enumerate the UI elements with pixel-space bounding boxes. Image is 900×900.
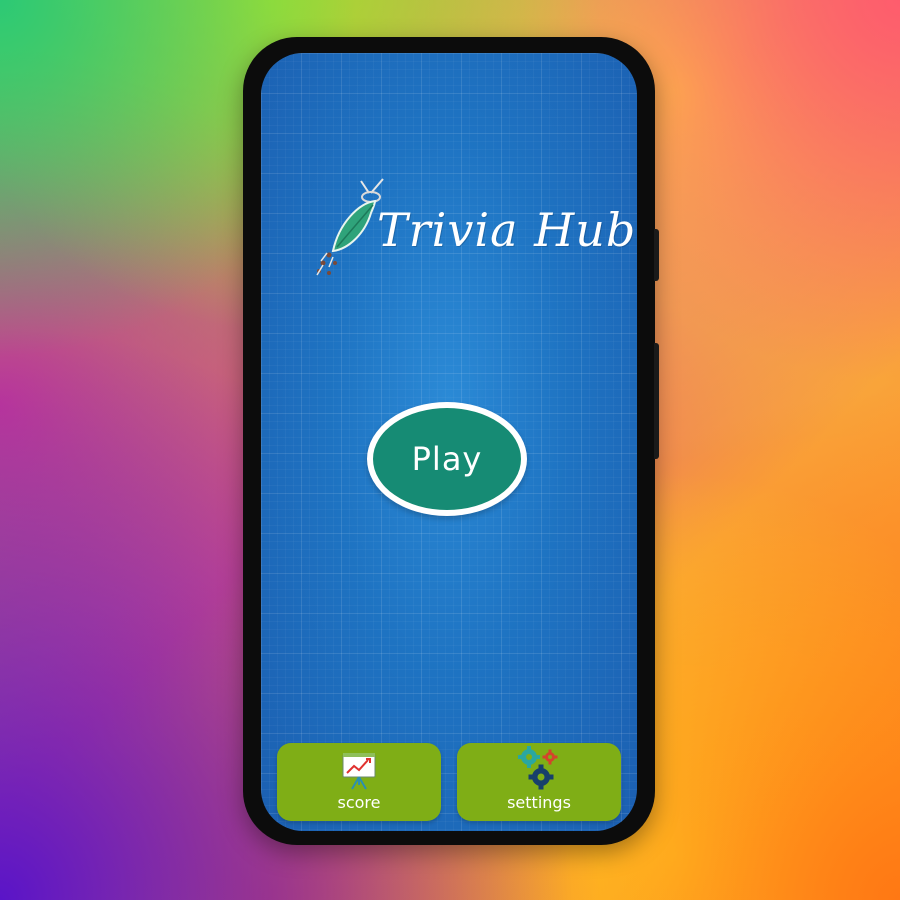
bottom-nav: score settings xyxy=(277,743,622,823)
score-button[interactable]: score xyxy=(277,743,441,821)
app-logo: Trivia Hub xyxy=(299,163,635,283)
app-screen: Trivia Hub Play score settings xyxy=(261,53,637,831)
leaf-mosquito-logo-icon xyxy=(316,178,384,276)
presentation-chart-icon xyxy=(342,753,376,790)
phone-side-button-bottom xyxy=(654,343,659,459)
settings-button[interactable]: settings xyxy=(457,743,621,821)
phone-side-button-top xyxy=(654,229,659,281)
play-button-label: Play xyxy=(411,440,483,478)
app-title: Trivia Hub xyxy=(377,203,637,257)
phone-frame: Trivia Hub Play score settings xyxy=(243,37,659,845)
score-label: score xyxy=(337,793,381,812)
gears-icon xyxy=(518,746,558,790)
settings-label: settings xyxy=(507,793,571,812)
play-button[interactable]: Play xyxy=(367,402,527,516)
